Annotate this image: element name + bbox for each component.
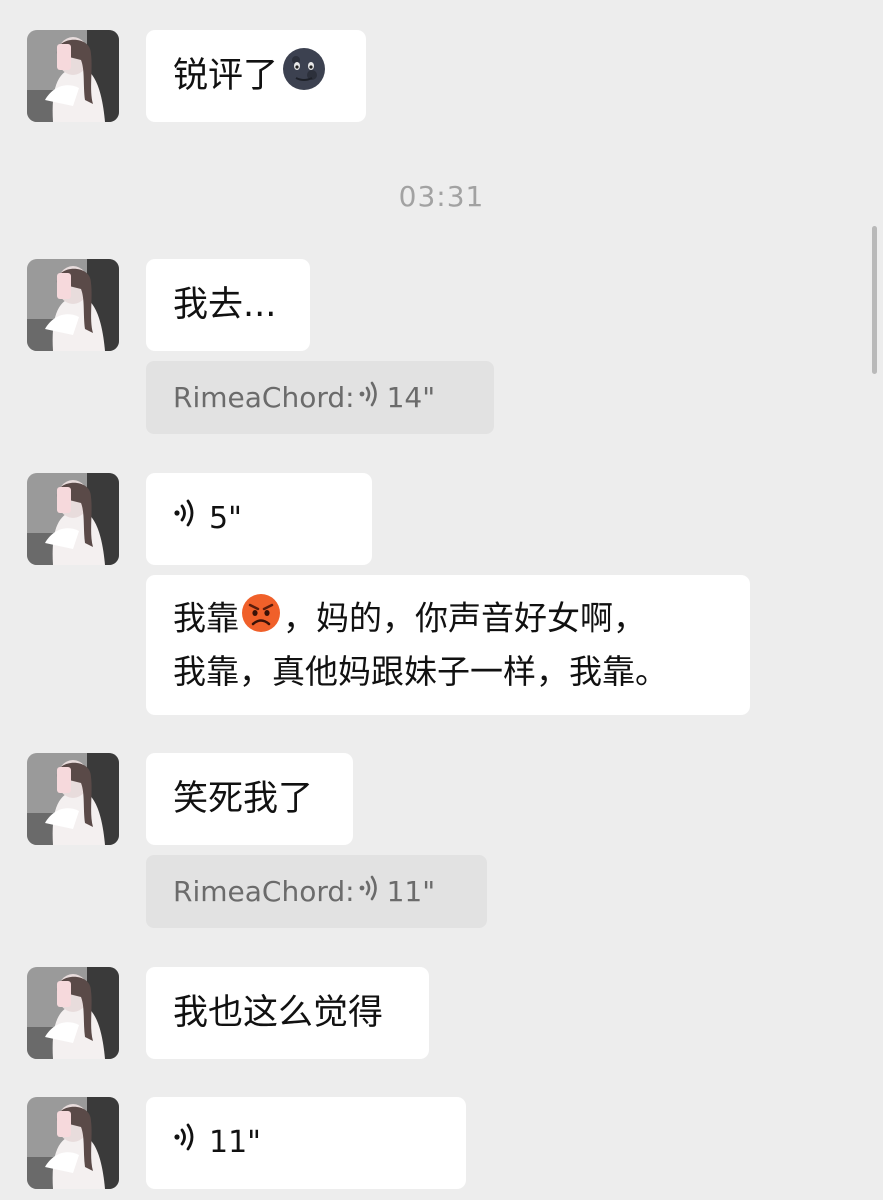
message-timestamp: 03:31 [398, 180, 485, 213]
message-text: 笑死我了 [173, 779, 314, 819]
voice-wave-icon [173, 1118, 197, 1168]
quote-sender: RimeaChord: [173, 381, 355, 414]
avatar[interactable] [27, 967, 119, 1059]
voice-wave-icon [359, 874, 381, 909]
avatar[interactable] [27, 473, 119, 565]
voice-message-bubble[interactable]: 11" [146, 1097, 466, 1189]
avatar[interactable] [27, 1097, 119, 1189]
voice-duration: 11" [209, 1125, 261, 1160]
message-text: 锐评了 [173, 56, 279, 96]
quoted-voice-message[interactable]: RimeaChord: 14" [146, 361, 494, 434]
angry-face-emoji [241, 593, 281, 647]
message-bubble[interactable]: 我也这么觉得 [146, 967, 429, 1059]
avatar[interactable] [27, 30, 119, 122]
message-line: 我靠 ，妈的，你声音好女啊， [173, 593, 668, 647]
voice-wave-icon [173, 494, 197, 544]
voice-duration: 5" [209, 501, 242, 536]
quote-duration: 14" [386, 381, 436, 414]
message-text: 我靠 [173, 598, 239, 638]
voice-wave-icon [359, 380, 381, 415]
message-text: 我也这么觉得 [173, 993, 384, 1033]
message-text: 我去... [173, 285, 277, 325]
new-moon-face-emoji [282, 47, 326, 105]
message-bubble[interactable]: 笑死我了 [146, 753, 353, 845]
quote-duration: 11" [386, 875, 436, 908]
voice-message-bubble[interactable]: 5" [146, 473, 372, 565]
avatar[interactable] [27, 753, 119, 845]
quote-sender: RimeaChord: [173, 875, 355, 908]
message-bubble[interactable]: 锐评了 [146, 30, 366, 122]
message-line: 我靠，真他妈跟妹子一样，我靠。 [173, 652, 668, 691]
message-bubble[interactable]: 我去... [146, 259, 310, 351]
message-bubble[interactable]: 我靠 ，妈的，你声音好女啊， 我靠，真他妈跟妹子一样，我靠。 [146, 575, 750, 715]
quoted-voice-message[interactable]: RimeaChord: 11" [146, 855, 487, 928]
avatar[interactable] [27, 259, 119, 351]
scrollbar[interactable] [872, 226, 877, 374]
message-text: ，妈的，你声音好女啊， [283, 598, 646, 638]
